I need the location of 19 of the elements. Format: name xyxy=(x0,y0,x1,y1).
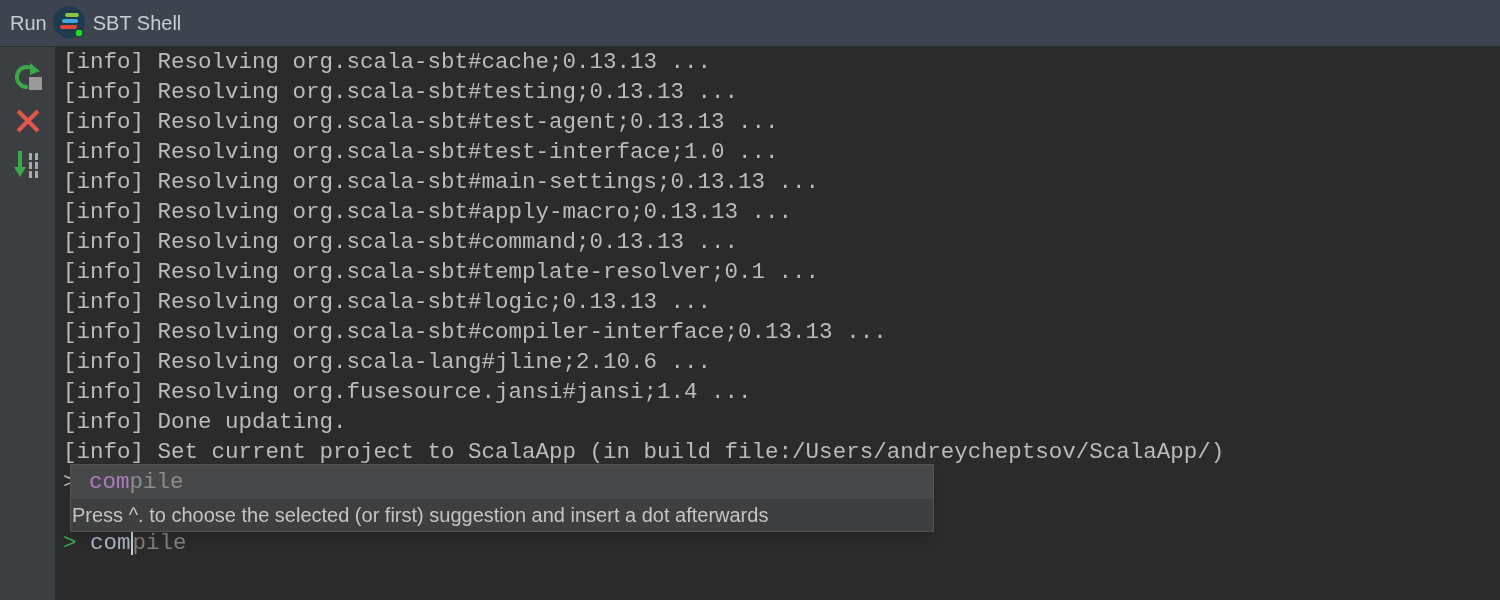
log-line: [info] Resolving org.scala-sbt#logic;0.13.13 ... xyxy=(63,288,712,317)
sbt-logo-icon xyxy=(52,6,87,40)
log-line: [info] Resolving org.scala-sbt#command;0.13.13 ... xyxy=(63,228,739,257)
log-line: [info] Resolving org.scala-sbt#test-agent;0.13.13 ... xyxy=(63,108,779,137)
log-line: [info] Resolving org.scala-sbt#test-interface;1.0 ... xyxy=(63,138,779,167)
log-line: [info] Done updating. xyxy=(63,408,347,437)
log-line: [info] Resolving org.scala-sbt#template-resolver;0.1 ... xyxy=(63,258,820,287)
sbt-shell-tab[interactable]: SBT Shell xyxy=(52,6,182,40)
log-line: [info] Resolving org.scala-sbt#compiler-interface;0.13.13 ... xyxy=(63,318,887,347)
log-line: [info] Resolving org.scala-sbt#testing;0.13.13 ... xyxy=(63,78,739,107)
log-line: [info] Resolving org.scala-sbt#cache;0.13.13 ... xyxy=(63,48,712,77)
log-line: [info] Resolving org.scala-lang#jline;2.10.6 ... xyxy=(63,348,712,377)
log-line: [info] Set current project to ScalaApp (in build file:/Users/andreycheptsov/ScalaApp/) xyxy=(63,438,1225,467)
tool-window-label: Run xyxy=(10,11,47,36)
log-line: [info] Resolving org.scala-sbt#main-settings;0.13.13 ... xyxy=(63,168,820,197)
completion-hint: Press ^. to choose the selected (or first) suggestion and insert a dot afterwards xyxy=(72,503,769,528)
input-field[interactable]: > compile xyxy=(63,528,187,558)
log-line: [info] Resolving org.fusesource.jansi#jansi;1.4 ... xyxy=(63,378,752,407)
log-line: [info] Resolving org.scala-sbt#apply-macro;0.13.13 ... xyxy=(63,198,793,227)
